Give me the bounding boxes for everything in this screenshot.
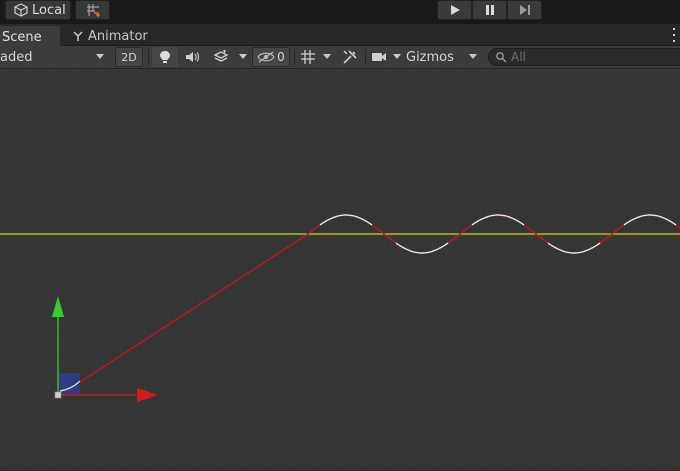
camera-icon	[372, 53, 386, 61]
pause-icon	[485, 5, 494, 15]
hidden-count: 0	[277, 50, 285, 64]
lightbulb-icon	[160, 51, 170, 63]
scene-visibility-toggle[interactable]: 0	[252, 47, 290, 67]
effects-dropdown[interactable]	[236, 47, 250, 67]
play-icon	[450, 5, 460, 15]
grid-snap-icon	[86, 4, 100, 17]
audio-toggle[interactable]	[180, 47, 204, 67]
draw-mode-label: aded	[0, 49, 33, 65]
pivot-label: Local	[32, 2, 66, 18]
scene-toolbar: aded 2D 0 Gizmos All	[0, 46, 680, 69]
tools-toggle[interactable]	[338, 47, 362, 67]
animator-icon	[73, 31, 83, 41]
chevron-down-icon	[323, 54, 331, 59]
2d-mode-label: 2D	[121, 50, 137, 64]
center-handle[interactable]	[54, 391, 62, 399]
search-input[interactable]	[511, 50, 661, 64]
tab-animator-label: Animator	[88, 28, 148, 44]
scene-canvas	[0, 69, 680, 467]
gizmos-dropdown[interactable]: Gizmos	[404, 47, 481, 67]
scene-search[interactable]	[488, 48, 680, 66]
tools-icon	[343, 50, 357, 64]
tab-menu-icon[interactable]	[672, 28, 676, 42]
2d-mode-button[interactable]: 2D	[115, 47, 143, 67]
lighting-toggle[interactable]	[152, 47, 178, 67]
scene-viewport[interactable]	[0, 69, 680, 467]
step-button[interactable]	[507, 0, 542, 20]
effects-toggle[interactable]	[207, 47, 235, 67]
camera-dropdown[interactable]	[390, 47, 404, 67]
toolbar-divider	[148, 49, 149, 65]
scene-grid	[0, 69, 680, 467]
gizmos-label: Gizmos	[406, 49, 454, 65]
camera-toggle[interactable]	[368, 47, 390, 67]
chevron-down-icon	[469, 54, 477, 59]
grid-toggle[interactable]	[296, 47, 320, 67]
play-button[interactable]	[437, 0, 472, 20]
tab-bar: Scene Animator	[0, 24, 680, 46]
tab-scene-label: Scene	[2, 29, 42, 45]
eye-hidden-icon	[257, 51, 275, 63]
main-toolbar: Local	[0, 0, 680, 24]
chevron-down-icon	[96, 54, 104, 59]
toolbar-divider	[294, 49, 295, 65]
draw-mode-dropdown[interactable]: aded	[0, 47, 110, 67]
pivot-rotation-toggle[interactable]: Local	[5, 0, 71, 20]
chevron-down-icon	[393, 54, 401, 59]
layers-icon	[214, 50, 228, 62]
cube-icon	[14, 3, 28, 17]
toolbar-divider	[365, 49, 366, 65]
search-icon	[496, 52, 507, 63]
tab-animator[interactable]: Animator	[70, 26, 148, 46]
playback-controls	[437, 0, 543, 20]
tab-scene[interactable]: Scene	[0, 26, 60, 46]
grid-icon	[301, 50, 315, 64]
grid-snap-button[interactable]	[75, 0, 110, 20]
chevron-down-icon	[239, 54, 247, 59]
speaker-icon	[186, 52, 199, 62]
step-icon	[519, 5, 530, 15]
pause-button[interactable]	[472, 0, 507, 20]
grid-dropdown[interactable]	[320, 47, 334, 67]
